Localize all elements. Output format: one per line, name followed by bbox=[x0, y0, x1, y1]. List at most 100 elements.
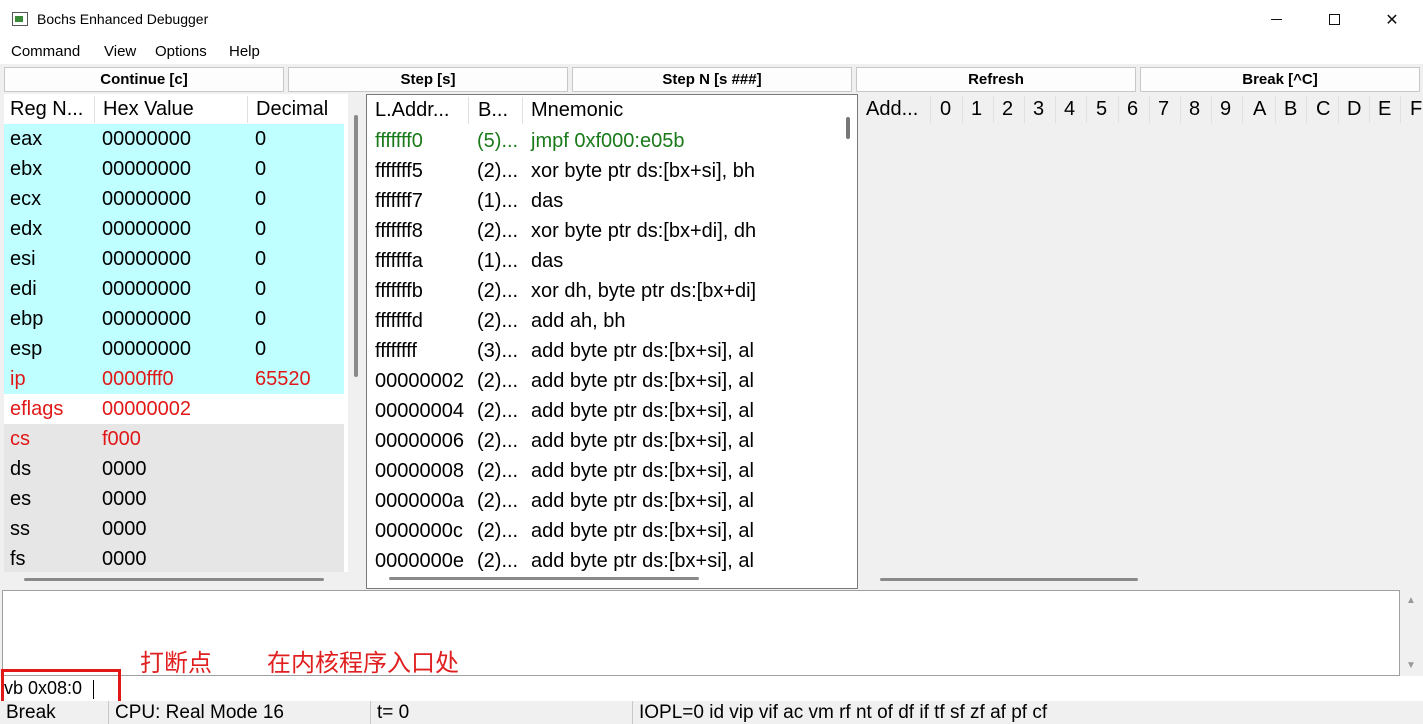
menu-view[interactable]: View bbox=[104, 43, 136, 60]
column-divider bbox=[1400, 96, 1401, 123]
memory-header-column[interactable]: A bbox=[1253, 94, 1266, 124]
disassembly-row[interactable]: 0000000a (2)... add byte ptr ds:[bx+si], a… bbox=[367, 486, 837, 516]
break-button[interactable]: Break [^C] bbox=[1140, 67, 1420, 92]
register-row[interactable]: ds 0000 bbox=[4, 454, 344, 484]
memory-header-column[interactable]: 6 bbox=[1127, 94, 1138, 124]
register-row[interactable]: ebp 00000000 0 bbox=[4, 304, 344, 334]
register-row[interactable]: esi 00000000 0 bbox=[4, 244, 344, 274]
memory-header-column[interactable]: F bbox=[1410, 94, 1422, 124]
reg-header-decimal[interactable]: Decimal bbox=[256, 94, 328, 124]
reg-header-hex[interactable]: Hex Value bbox=[103, 94, 194, 124]
disassembly-row[interactable]: fffffff5 (2)... xor byte ptr ds:[bx+si], b… bbox=[367, 156, 837, 186]
register-row[interactable]: edx 00000000 0 bbox=[4, 214, 344, 244]
menu-options[interactable]: Options bbox=[155, 43, 207, 60]
disassembly-row[interactable]: fffffff0 (5)... jmpf 0xf000:e05b bbox=[367, 126, 837, 156]
column-divider bbox=[962, 96, 963, 123]
step-button[interactable]: Step [s] bbox=[288, 67, 568, 92]
close-button[interactable]: ✕ bbox=[1363, 0, 1421, 39]
reg-header-name[interactable]: Reg N... bbox=[10, 94, 83, 124]
register-hex: 0000 bbox=[102, 488, 147, 510]
memory-header-column[interactable]: 8 bbox=[1189, 94, 1200, 124]
asm-header-bytes[interactable]: B... bbox=[478, 95, 508, 125]
step-n-button[interactable]: Step N [s ###] bbox=[572, 67, 852, 92]
register-name: esp bbox=[10, 338, 43, 360]
memory-header-column[interactable]: 0 bbox=[940, 94, 951, 124]
disassembly-row[interactable]: 0000000c (2)... add byte ptr ds:[bx+si], a… bbox=[367, 516, 837, 546]
column-divider bbox=[993, 96, 994, 123]
disassembly-row[interactable]: fffffff8 (2)... xor byte ptr ds:[bx+di], d… bbox=[367, 216, 837, 246]
memory-header-column[interactable]: 5 bbox=[1096, 94, 1107, 124]
disassembly-row[interactable]: 00000006 (2)... add byte ptr ds:[bx+si], a… bbox=[367, 426, 837, 456]
memory-header-column[interactable]: 3 bbox=[1033, 94, 1044, 124]
refresh-button[interactable]: Refresh bbox=[856, 67, 1136, 92]
command-input[interactable] bbox=[0, 676, 1423, 701]
scroll-up-icon[interactable]: ▲ bbox=[1406, 595, 1416, 606]
memory-header-column[interactable]: C bbox=[1316, 94, 1330, 124]
register-decimal: 0 bbox=[255, 218, 267, 240]
asm-header-mnemonic[interactable]: Mnemonic bbox=[531, 95, 623, 125]
register-hex: f000 bbox=[102, 428, 141, 450]
disassembly-row[interactable]: ffffffff (3)... add byte ptr ds:[bx+si], a… bbox=[367, 336, 837, 366]
memory-header-column[interactable]: 2 bbox=[1002, 94, 1013, 124]
disassembly-row[interactable]: 00000004 (2)... add byte ptr ds:[bx+si], a… bbox=[367, 396, 837, 426]
register-row[interactable]: cs f000 bbox=[4, 424, 344, 454]
minimize-icon bbox=[1270, 19, 1282, 20]
instruction-address: 00000002 bbox=[375, 370, 464, 392]
minimize-button[interactable] bbox=[1247, 0, 1305, 39]
register-row[interactable]: eax 00000000 0 bbox=[4, 124, 344, 154]
register-row[interactable]: ip 0000fff0 65520 bbox=[4, 364, 344, 394]
memory-header-column[interactable]: 4 bbox=[1064, 94, 1075, 124]
register-row[interactable]: ebx 00000000 0 bbox=[4, 154, 344, 184]
register-row[interactable]: es 0000 bbox=[4, 484, 344, 514]
memory-header-column[interactable]: 7 bbox=[1158, 94, 1169, 124]
register-row[interactable]: esp 00000000 0 bbox=[4, 334, 344, 364]
instruction-address: 0000000e bbox=[375, 550, 464, 572]
memory-header-column[interactable]: 1 bbox=[971, 94, 982, 124]
close-icon: ✕ bbox=[1385, 11, 1399, 29]
register-vscroll[interactable] bbox=[354, 115, 358, 377]
memory-header-column[interactable]: E bbox=[1378, 94, 1391, 124]
register-name: ebx bbox=[10, 158, 43, 180]
instruction-mnemonic: add byte ptr ds:[bx+si], al bbox=[531, 430, 754, 452]
register-hex: 00000000 bbox=[102, 218, 191, 240]
register-row[interactable]: ss 0000 bbox=[4, 514, 344, 544]
register-pane[interactable]: Reg N... Hex Value Decimal eax 00000000 0 e… bbox=[4, 94, 348, 572]
register-row[interactable]: eflags 00000002 bbox=[4, 394, 344, 424]
disassembly-row[interactable]: fffffffa (1)... das bbox=[367, 246, 837, 276]
register-name: fs bbox=[10, 548, 26, 570]
memory-header-address[interactable]: Add... bbox=[866, 94, 918, 124]
disassembly-row[interactable]: 0000000e (2)... add byte ptr ds:[bx+si], a… bbox=[367, 546, 837, 576]
memory-header-column[interactable]: 9 bbox=[1220, 94, 1231, 124]
disassembly-pane[interactable]: L.Addr... B... Mnemonic fffffff0 (5)... jm… bbox=[366, 94, 858, 589]
memory-header-column[interactable]: B bbox=[1284, 94, 1297, 124]
register-hex: 00000000 bbox=[102, 188, 191, 210]
maximize-button[interactable] bbox=[1305, 0, 1363, 39]
column-divider bbox=[1024, 96, 1025, 123]
disassembly-hscroll[interactable] bbox=[389, 577, 699, 580]
disassembly-vscroll[interactable] bbox=[846, 117, 850, 139]
continue-button[interactable]: Continue [c] bbox=[4, 67, 284, 92]
disassembly-row[interactable]: fffffff7 (1)... das bbox=[367, 186, 837, 216]
memory-hscroll[interactable] bbox=[880, 578, 1138, 581]
disassembly-row[interactable]: 00000008 (2)... add byte ptr ds:[bx+si], a… bbox=[367, 456, 837, 486]
column-divider bbox=[522, 97, 523, 124]
register-row[interactable]: ecx 00000000 0 bbox=[4, 184, 344, 214]
instruction-mnemonic: das bbox=[531, 190, 564, 212]
menu-help[interactable]: Help bbox=[229, 43, 260, 60]
disassembly-row[interactable]: fffffffd (2)... add ah, bh bbox=[367, 306, 837, 336]
disassembly-row[interactable]: 00000002 (2)... add byte ptr ds:[bx+si], a… bbox=[367, 366, 837, 396]
instruction-address: 00000004 bbox=[375, 400, 464, 422]
scroll-down-icon[interactable]: ▼ bbox=[1406, 660, 1416, 671]
memory-header-column[interactable]: D bbox=[1347, 94, 1361, 124]
instruction-bytes: (2)... bbox=[477, 400, 519, 422]
register-row[interactable]: edi 00000000 0 bbox=[4, 274, 344, 304]
menu-command[interactable]: Command bbox=[11, 43, 80, 60]
disassembly-row[interactable]: fffffffb (2)... xor dh, byte ptr ds:[bx+di… bbox=[367, 276, 837, 306]
register-hscroll[interactable] bbox=[24, 578, 324, 581]
asm-header-addr[interactable]: L.Addr... bbox=[375, 95, 450, 125]
status-bar: Break CPU: Real Mode 16 t= 0 IOPL=0 id v… bbox=[0, 701, 1423, 724]
register-row[interactable]: fs 0000 bbox=[4, 544, 344, 572]
register-decimal: 65520 bbox=[255, 368, 311, 390]
memory-pane[interactable]: Add... 0 1 2 3 4 5 6 7 8 9 A B C D E F bbox=[858, 94, 1423, 572]
instruction-bytes: (2)... bbox=[477, 280, 519, 302]
